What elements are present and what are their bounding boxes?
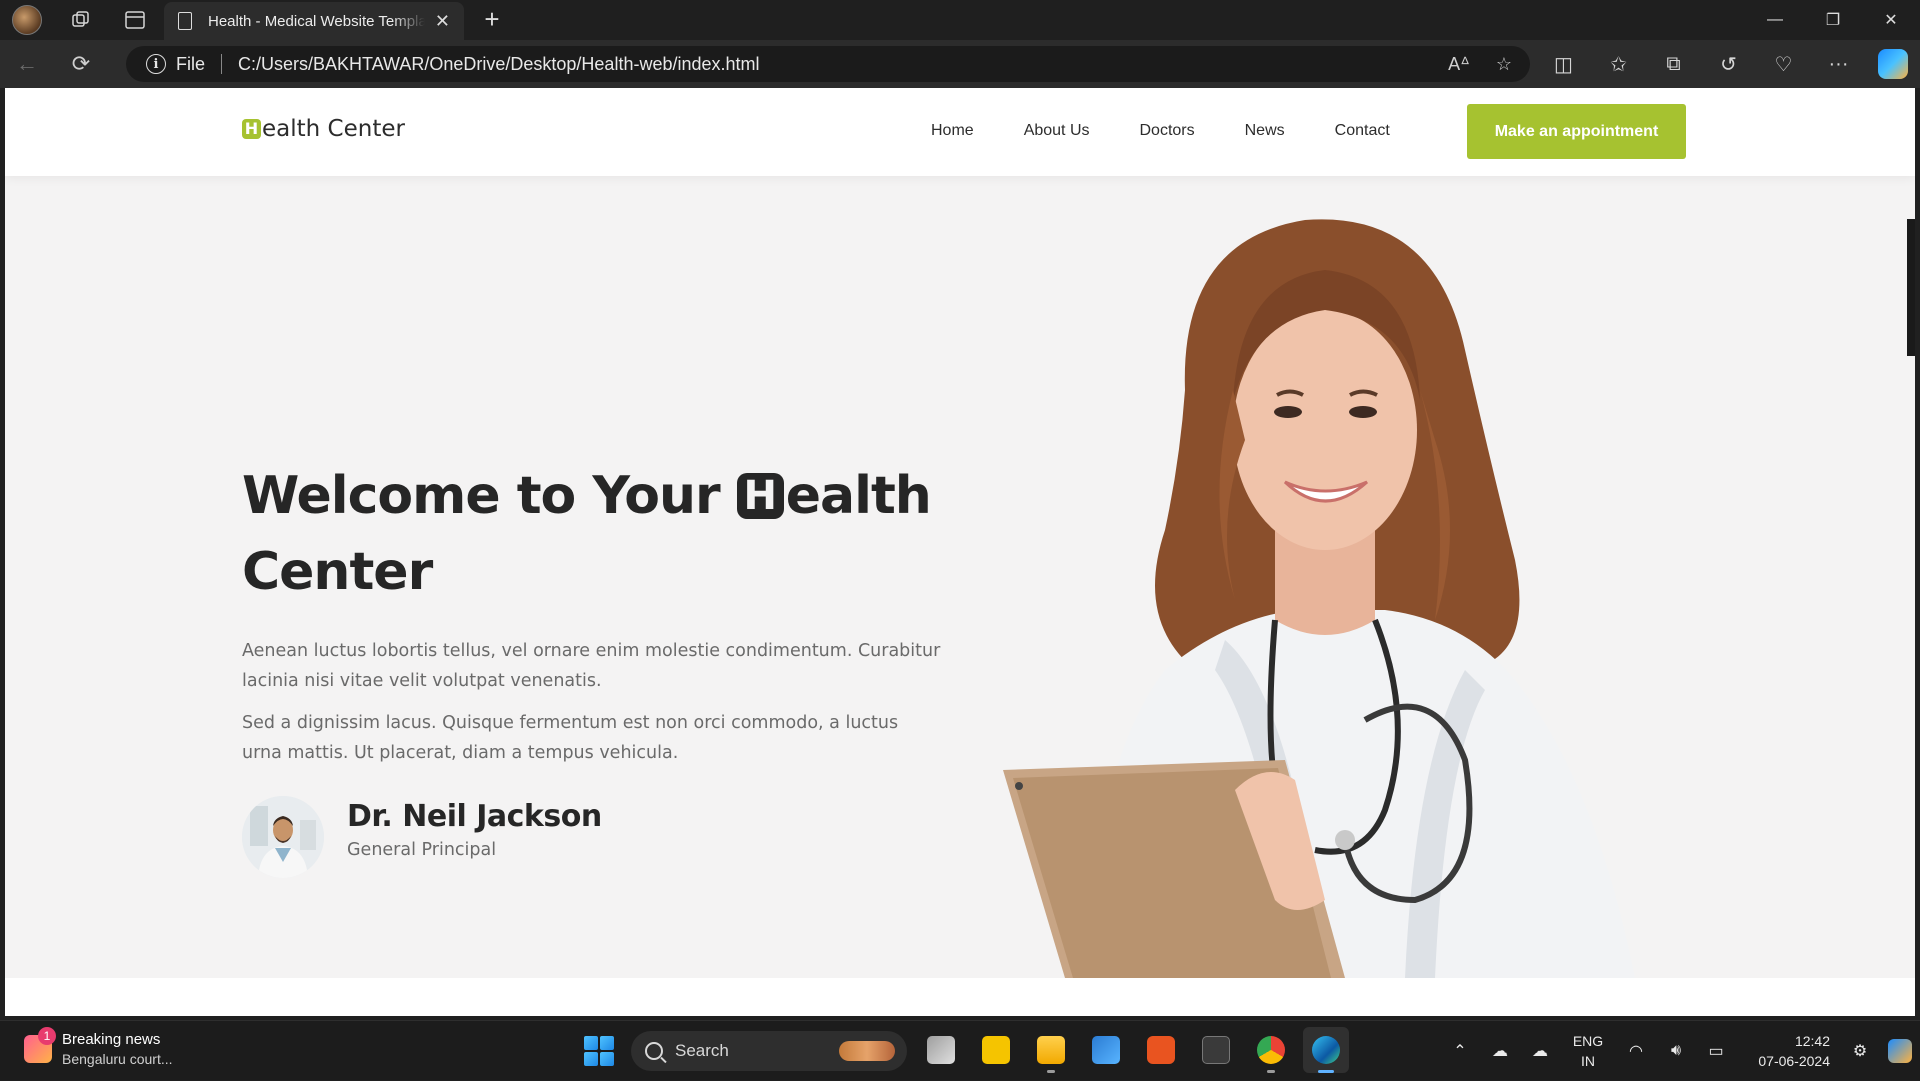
close-window-icon[interactable]: ✕: [1862, 0, 1920, 40]
minimize-icon[interactable]: —: [1746, 0, 1804, 40]
hero-paragraph-2: Sed a dignissim lacus. Quisque fermentum…: [242, 713, 899, 763]
page-scrollbar-thumb[interactable]: [1907, 219, 1915, 356]
favorites-icon[interactable]: ✩: [1591, 40, 1646, 88]
news-subtitle: Bengaluru court...: [62, 1051, 173, 1067]
doctor-hero-image: [995, 200, 1675, 978]
hero-title-start: Welcome to Your: [242, 466, 737, 526]
nav-about-us[interactable]: About Us: [1024, 122, 1090, 140]
sticky-notes-icon[interactable]: [973, 1027, 1019, 1073]
copilot-taskbar-icon[interactable]: [1880, 1021, 1920, 1081]
notifications-icon[interactable]: ⚙: [1840, 1021, 1880, 1081]
toolbar-actions: ◫ ✩ ⧉ ↺ ♡ ···: [1536, 40, 1920, 88]
clock-time: 12:42: [1794, 1033, 1830, 1049]
news-count-badge: 1: [38, 1027, 56, 1045]
copilot-icon[interactable]: [1878, 49, 1908, 79]
address-actions: Aᐞ ☆: [1448, 46, 1512, 82]
news-widget-icon: 1: [24, 1027, 56, 1063]
tab-title: Health - Medical Website Template: [208, 12, 425, 30]
nav-news[interactable]: News: [1245, 122, 1285, 140]
language-code: ENG: [1572, 1033, 1604, 1049]
close-tab-icon[interactable]: ✕: [435, 11, 450, 32]
history-icon[interactable]: ↺: [1701, 40, 1756, 88]
page-document-icon: [178, 12, 192, 30]
search-label: Search: [675, 1041, 729, 1060]
clock[interactable]: 12:42 07-06-2024: [1736, 1031, 1840, 1071]
browser-essentials-icon[interactable]: ♡: [1756, 40, 1811, 88]
site-header: Health Center Home About Us Doctors News…: [5, 88, 1915, 176]
address-url[interactable]: C:/Users/BAKHTAWAR/OneDrive/Desktop/Heal…: [238, 54, 760, 75]
clock-date: 07-06-2024: [1758, 1053, 1830, 1069]
site-info-icon[interactable]: i: [146, 54, 166, 74]
main-nav: Home About Us Doctors News Contact: [931, 122, 1390, 140]
windows-taskbar: 1 Breaking news Bengaluru court... Searc…: [0, 1020, 1920, 1080]
doctor-avatar: [242, 796, 324, 878]
refresh-icon[interactable]: ⟳: [54, 40, 108, 88]
doctor-name: Dr. Neil Jackson: [347, 799, 602, 834]
onedrive-sync-icon[interactable]: ☁: [1520, 1021, 1560, 1081]
edge-icon[interactable]: [1303, 1027, 1349, 1073]
vertical-tabs-icon[interactable]: [108, 0, 162, 40]
logo-text: ealth Center: [262, 116, 405, 142]
page-viewport: Health Center Home About Us Doctors News…: [5, 88, 1915, 1016]
workspaces-icon[interactable]: [54, 0, 108, 40]
profile-avatar-image: [12, 5, 42, 35]
window-controls: — ❐ ✕: [1746, 0, 1920, 40]
back-arrow-icon[interactable]: ←: [0, 40, 54, 88]
nav-contact[interactable]: Contact: [1335, 122, 1390, 140]
battery-icon[interactable]: ▭: [1696, 1021, 1736, 1081]
nav-home[interactable]: Home: [931, 122, 974, 140]
terminal-icon[interactable]: [1193, 1027, 1239, 1073]
more-menu-icon[interactable]: ···: [1811, 40, 1866, 88]
read-aloud-icon[interactable]: Aᐞ: [1448, 54, 1470, 75]
address-bar[interactable]: i File C:/Users/BAKHTAWAR/OneDrive/Deskt…: [126, 46, 1530, 82]
taskbar-search[interactable]: Search: [631, 1031, 907, 1071]
restore-icon[interactable]: ❐: [1804, 0, 1862, 40]
hero-title-initial: H: [736, 473, 784, 519]
hero-section: Welcome to Your Health Center Aenean luc…: [5, 176, 1915, 978]
tab-active[interactable]: Health - Medical Website Template ✕: [164, 2, 464, 40]
scheme-label: File: [176, 53, 206, 74]
news-widget[interactable]: 1 Breaking news Bengaluru court...: [24, 1027, 173, 1067]
mail-icon[interactable]: [1083, 1027, 1129, 1073]
profile-avatar[interactable]: [0, 0, 54, 40]
doctor-role: General Principal: [347, 840, 497, 860]
task-view-icon[interactable]: [918, 1027, 964, 1073]
search-icon: [645, 1042, 663, 1060]
browser-titlebar: Health - Medical Website Template ✕ + — …: [0, 0, 1920, 40]
region-code: IN: [1581, 1053, 1595, 1069]
volume-icon[interactable]: 🔊︎: [1656, 1021, 1696, 1081]
chrome-icon[interactable]: [1248, 1027, 1294, 1073]
logo-initial: H: [242, 119, 261, 139]
address-separator: [221, 54, 223, 74]
windows-start-icon[interactable]: [584, 1036, 614, 1066]
site-logo[interactable]: Health Center: [242, 116, 405, 142]
favorite-star-icon[interactable]: ☆: [1496, 54, 1512, 75]
doctor-card: Dr. Neil Jackson General Principal: [242, 796, 602, 878]
search-highlight-icon: [839, 1041, 895, 1061]
hero-paragraph-1: Aenean luctus lobortis tellus, vel ornar…: [242, 641, 941, 691]
wifi-icon[interactable]: ◠: [1616, 1021, 1656, 1081]
hero-title: Welcome to Your Health Center: [242, 458, 962, 610]
split-screen-icon[interactable]: ◫: [1536, 40, 1591, 88]
make-appointment-button[interactable]: Make an appointment: [1467, 104, 1686, 159]
file-explorer-icon[interactable]: [1028, 1027, 1074, 1073]
system-tray: ⌃ ☁ ☁ ENG IN ◠ 🔊︎ ▭ 12:42 07-06-2024 ⚙: [1440, 1021, 1920, 1081]
news-text: Breaking news Bengaluru court...: [62, 1031, 173, 1067]
ubuntu-icon[interactable]: [1138, 1027, 1184, 1073]
nav-doctors[interactable]: Doctors: [1140, 122, 1195, 140]
chevron-up-icon[interactable]: ⌃: [1440, 1021, 1480, 1081]
news-title: Breaking news: [62, 1031, 161, 1048]
onedrive-icon[interactable]: ☁: [1480, 1021, 1520, 1081]
new-tab-button[interactable]: +: [476, 4, 508, 36]
taskbar-apps: [918, 1027, 1349, 1073]
collections-icon[interactable]: ⧉: [1646, 40, 1701, 88]
browser-toolbar: ← ⟳ i File C:/Users/BAKHTAWAR/OneDrive/D…: [0, 40, 1920, 88]
language-indicator[interactable]: ENG IN: [1560, 1031, 1616, 1071]
